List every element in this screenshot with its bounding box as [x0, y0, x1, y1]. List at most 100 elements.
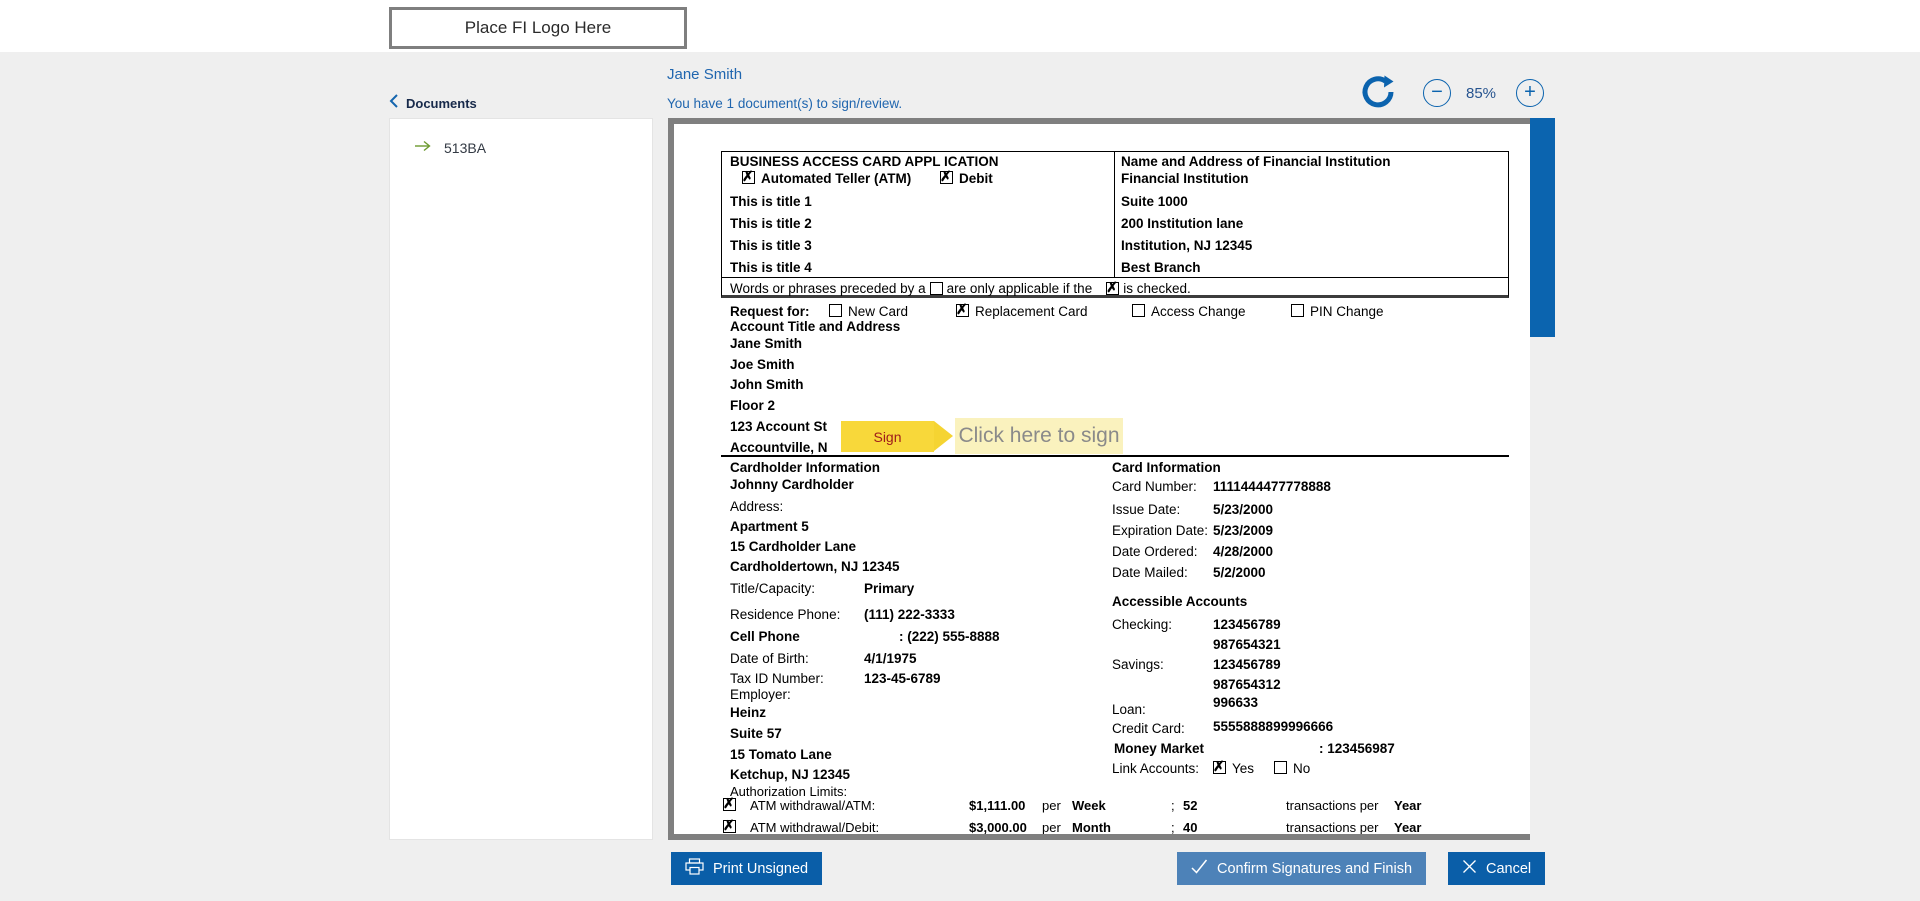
card-number-label: Card Number: [1112, 479, 1197, 494]
cardholder-header: Cardholder Information [730, 460, 881, 475]
cancel-button[interactable]: Cancel [1448, 852, 1546, 885]
checking-value: 123456789 [1213, 617, 1281, 632]
checkbox-checked-icon [1106, 279, 1120, 296]
fi-line: Financial Institution [1121, 171, 1249, 186]
refresh-icon [1360, 75, 1396, 114]
checkbox-checked-icon [742, 168, 755, 185]
fi-header: Name and Address of Financial Institutio… [1121, 154, 1391, 169]
savings-value: 123456789 [1213, 657, 1281, 672]
zoom-level: 85% [1466, 85, 1497, 102]
fi-logo-placeholder: Place FI Logo Here [389, 7, 687, 49]
documents-list-panel: 513BA [389, 118, 653, 840]
residence-phone-label: Residence Phone: [730, 607, 841, 622]
request-for-label: Request for: [730, 304, 810, 319]
form-header-divider [1114, 152, 1115, 278]
checkbox-unchecked-icon [1291, 304, 1304, 317]
tax-id-value: 123-45-6789 [864, 671, 941, 686]
auth-period: Week [1072, 798, 1106, 813]
link-accounts-label: Link Accounts: [1112, 761, 1200, 776]
request-option-pin-change: PIN Change [1291, 304, 1384, 319]
scrollbar-thumb[interactable] [1530, 118, 1555, 337]
auth-per: per [1042, 820, 1061, 835]
account-line: Floor 2 [730, 398, 776, 413]
auth-semicolon: ; [1171, 820, 1175, 835]
dob-value: 4/1/1975 [864, 651, 917, 666]
sign-tab-arrow-icon [934, 421, 953, 451]
cell-phone-value: : (222) 555-8888 [899, 629, 1000, 644]
address-line: Apartment 5 [730, 519, 809, 534]
residence-phone-value: (111) 222-3333 [864, 607, 955, 622]
checkbox-checked-icon [956, 301, 969, 318]
checkbox-unchecked-icon [1274, 761, 1287, 774]
title-capacity-label: Title/Capacity: [730, 581, 816, 596]
document-page: BUSINESS ACCESS CARD APPL ICATION Automa… [668, 118, 1530, 840]
fi-line: Institution, NJ 12345 [1121, 238, 1253, 253]
esign-app: Place FI Logo Here Documents 513BA Jane … [0, 0, 1920, 901]
document-scrollbar[interactable] [1530, 118, 1555, 840]
title-line: This is title 3 [730, 238, 812, 253]
checkbox-checked-icon [723, 795, 736, 812]
checkbox-checked-icon [940, 168, 953, 185]
checking-label: Checking: [1112, 617, 1173, 632]
documents-back-button[interactable]: Documents [389, 93, 477, 114]
date-ordered-label: Date Ordered: [1112, 544, 1198, 559]
dob-label: Date of Birth: [730, 651, 809, 666]
document-list-item-513ba[interactable]: 513BA [414, 139, 486, 157]
link-accounts-yes: Yes [1213, 758, 1254, 776]
refresh-button[interactable] [1360, 74, 1396, 115]
click-here-to-sign-field[interactable]: Click here to sign [955, 418, 1123, 454]
auth-row-atm: ATM withdrawal/ATM: [723, 795, 875, 813]
address-line: 15 Cardholder Lane [730, 539, 857, 554]
sign-tab[interactable]: Sign [841, 421, 934, 452]
auth-unit: Year [1394, 820, 1422, 835]
employer-line: Suite 57 [730, 726, 782, 741]
savings-label: Savings: [1112, 657, 1164, 672]
fi-line: Suite 1000 [1121, 194, 1188, 209]
auth-count: 40 [1183, 820, 1198, 835]
zoom-out-button[interactable] [1423, 79, 1451, 107]
date-ordered-value: 4/28/2000 [1213, 544, 1274, 559]
issue-date-label: Issue Date: [1112, 502, 1181, 517]
auth-row-debit: ATM withdrawal/Debit: [723, 817, 879, 834]
expiration-date-value: 5/23/2009 [1213, 523, 1274, 538]
employer-label: Employer: [730, 687, 791, 702]
money-market-label: Money Market [1114, 741, 1205, 756]
confirm-signatures-button[interactable]: Confirm Signatures and Finish [1177, 852, 1427, 885]
documents-status-message: You have 1 document(s) to sign/review. [667, 96, 903, 111]
print-unsigned-button[interactable]: Print Unsigned [671, 852, 823, 885]
title-capacity-value: Primary [864, 581, 915, 596]
printer-icon [685, 858, 704, 879]
checking-value: 987654321 [1213, 637, 1281, 652]
checkbox-unchecked-icon [929, 282, 943, 295]
auth-tx-label: transactions per [1286, 820, 1379, 835]
auth-tx-label: transactions per [1286, 798, 1379, 813]
fi-line: Best Branch [1121, 260, 1201, 275]
account-line: John Smith [730, 377, 804, 392]
credit-card-label: Credit Card: [1112, 721, 1185, 736]
card-number-value: 1111444477778888 [1213, 479, 1331, 494]
auth-unit: Year [1394, 798, 1422, 813]
zoom-in-button[interactable] [1516, 79, 1544, 107]
link-accounts-no: No [1274, 761, 1310, 776]
account-line: Accountville, N [730, 440, 828, 455]
top-bar: Place FI Logo Here [0, 0, 1920, 52]
credit-card-value: 5555888899996666 [1213, 719, 1334, 734]
employer-line: Ketchup, NJ 12345 [730, 767, 851, 782]
account-line: Jane Smith [730, 336, 803, 351]
expiration-date-label: Expiration Date: [1112, 523, 1209, 538]
request-option-replacement-card: Replacement Card [956, 301, 1088, 319]
cardholder-name: Johnny Cardholder [730, 477, 854, 492]
title-line: This is title 1 [730, 194, 812, 209]
checkmark-icon [1191, 859, 1208, 878]
auth-amount: $1,111.00 [969, 798, 1026, 813]
document-name: 513BA [444, 140, 487, 156]
issue-date-value: 5/23/2000 [1213, 502, 1274, 517]
date-mailed-label: Date Mailed: [1112, 565, 1188, 580]
auth-semicolon: ; [1171, 798, 1175, 813]
request-option-new-card: New Card [829, 304, 908, 319]
account-line: 123 Account St [730, 419, 828, 434]
card-info-header: Card Information [1112, 460, 1221, 475]
arrow-right-icon [414, 139, 433, 157]
close-x-icon [1462, 859, 1477, 878]
fi-logo-text: Place FI Logo Here [464, 18, 612, 37]
